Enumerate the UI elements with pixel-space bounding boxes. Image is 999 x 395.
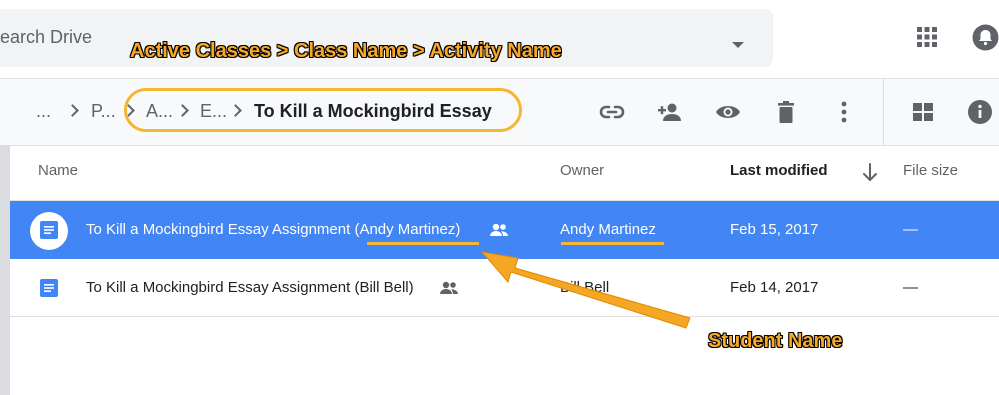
file-name[interactable]: To Kill a Mockingbird Essay Assignment (…: [86, 221, 460, 238]
breadcrumb-highlight-oval: [124, 88, 522, 132]
notifications-icon[interactable]: [972, 24, 999, 51]
breadcrumb-item[interactable]: P...: [91, 101, 116, 122]
owner-name: Bill Bell: [560, 279, 610, 296]
add-person-icon[interactable]: [656, 99, 682, 125]
owner-name: Andy Martinez: [560, 221, 656, 238]
google-doc-icon: [40, 279, 58, 297]
table-header: Name Owner Last modified File size: [10, 145, 999, 201]
table-row[interactable]: To Kill a Mockingbird Essay Assignment (…: [10, 259, 999, 317]
left-panel-edge: [0, 145, 10, 395]
shared-people-icon: [490, 223, 508, 236]
grid-view-icon[interactable]: [910, 99, 936, 125]
chevron-right-icon: [66, 104, 79, 117]
toolbar-divider: [883, 79, 884, 145]
more-vert-icon[interactable]: [831, 99, 857, 125]
breadcrumb-item[interactable]: ...: [36, 101, 51, 122]
table-row[interactable]: To Kill a Mockingbird Essay Assignment (…: [10, 201, 999, 259]
modified-date: Feb 14, 2017: [730, 279, 819, 296]
modified-date: Feb 15, 2017: [730, 221, 819, 238]
annotation-student-label: Student Name: [708, 330, 843, 352]
student-name-underline: [367, 242, 479, 245]
column-header-name[interactable]: Name: [38, 162, 78, 179]
annotation-path-label: Active Classes > Class Name > Activity N…: [130, 40, 562, 62]
top-bar: earch Drive: [0, 0, 999, 78]
file-size: —: [903, 221, 918, 238]
sort-arrow-icon[interactable]: [862, 162, 878, 182]
info-icon[interactable]: [967, 99, 993, 125]
search-options-icon[interactable]: [732, 42, 744, 48]
preview-icon[interactable]: [715, 99, 741, 125]
link-icon[interactable]: [599, 99, 625, 125]
file-size: —: [903, 279, 918, 296]
search-input[interactable]: earch Drive: [0, 27, 92, 48]
google-doc-icon: [40, 221, 58, 239]
column-header-last-modified[interactable]: Last modified: [730, 162, 828, 179]
owner-underline: [561, 242, 664, 245]
apps-grid-icon[interactable]: [917, 27, 937, 47]
column-header-owner[interactable]: Owner: [560, 162, 604, 179]
file-name[interactable]: To Kill a Mockingbird Essay Assignment (…: [86, 279, 414, 296]
trash-icon[interactable]: [773, 99, 799, 125]
column-header-file-size[interactable]: File size: [903, 162, 958, 179]
shared-people-icon: [440, 281, 458, 294]
